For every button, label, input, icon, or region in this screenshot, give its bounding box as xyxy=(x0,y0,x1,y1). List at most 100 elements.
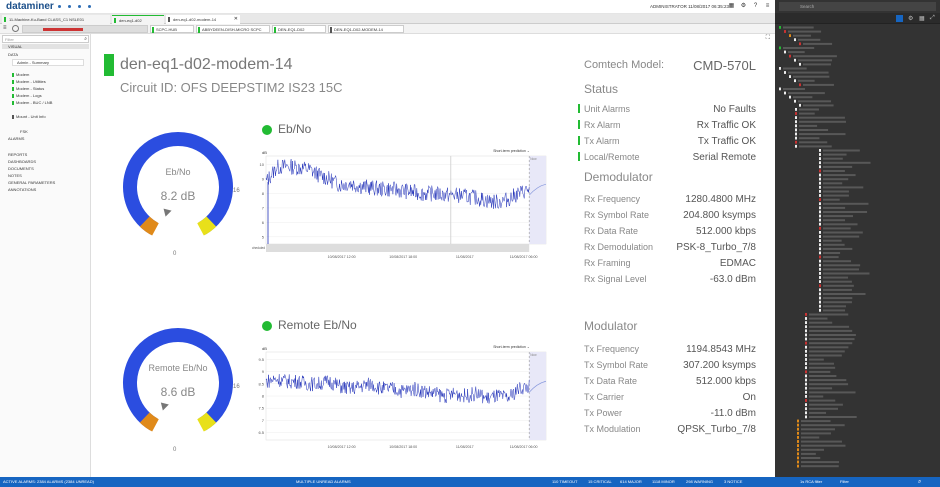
tree-node-label[interactable] xyxy=(823,227,851,230)
tree-node-label[interactable] xyxy=(823,268,859,271)
settings-gear-icon[interactable]: ⚙ xyxy=(908,15,913,22)
tree-node-label[interactable] xyxy=(809,329,853,332)
tree-node-label[interactable] xyxy=(798,100,832,103)
notice-count[interactable]: 3 NOTICE xyxy=(724,477,742,487)
tree-node-label[interactable] xyxy=(823,305,846,308)
tree-node-label[interactable] xyxy=(823,206,846,209)
minor-count[interactable]: 1118 MINOR xyxy=(652,477,675,487)
breadcrumb-item[interactable]: DEN-EQ1-D02 xyxy=(272,25,326,33)
tree-node-label[interactable] xyxy=(809,325,850,328)
warning-count[interactable]: 298 WARNING xyxy=(686,477,713,487)
tree-node-label[interactable] xyxy=(823,284,854,287)
tree-node-label[interactable] xyxy=(823,264,861,267)
menu-icon[interactable]: ≡ xyxy=(764,3,771,10)
tree-node-label[interactable] xyxy=(803,83,834,86)
filter-label[interactable]: Filter xyxy=(840,477,849,487)
tree-node-label[interactable] xyxy=(823,198,840,201)
tree-node-label[interactable] xyxy=(801,424,845,427)
sidebar-item-data[interactable]: DATA xyxy=(2,52,18,57)
sidebar-item-reports[interactable]: REPORTS xyxy=(8,152,27,157)
tree-node-label[interactable] xyxy=(809,411,827,414)
tree-node-label[interactable] xyxy=(823,186,864,189)
tree-node-label[interactable] xyxy=(803,63,831,66)
tab-card-active[interactable]: den-eq1-d02-modem-14 ✕ xyxy=(166,15,240,24)
tree-node-label[interactable] xyxy=(799,133,846,136)
tree-node-label[interactable] xyxy=(799,116,845,119)
tree-node-label[interactable] xyxy=(809,395,824,398)
tree-node-label[interactable] xyxy=(823,276,849,279)
nav-dot-icon[interactable] xyxy=(58,5,61,8)
tree-node-label[interactable] xyxy=(801,432,831,435)
sidebar-item-documents[interactable]: DOCUMENTS xyxy=(8,166,34,171)
tree-node-label[interactable] xyxy=(793,34,811,37)
tree-node-label[interactable] xyxy=(783,47,815,49)
tree-node-label[interactable] xyxy=(823,301,852,304)
tree-node-label[interactable] xyxy=(823,293,866,295)
tree-node-label[interactable] xyxy=(788,51,805,54)
sidebar-item-modem[interactable]: Modem xyxy=(12,72,29,77)
critical-count[interactable]: 15 CRITICAL xyxy=(588,477,612,487)
tree-node-label[interactable] xyxy=(809,313,849,316)
tree-node-label[interactable] xyxy=(823,149,860,152)
tree-node-label[interactable] xyxy=(823,202,869,205)
tree-node-label[interactable] xyxy=(823,272,870,275)
remote-ebno-trend-chart[interactable]: 9.5 9 8.5 8 7.5 7 6.5 dB NowShort-term predictio… xyxy=(252,334,554,456)
tree-node-label[interactable] xyxy=(809,334,856,336)
tree-node-label[interactable] xyxy=(799,141,828,144)
hamburger-icon[interactable]: ≡ xyxy=(3,25,7,31)
sidebar-item-modem-logs[interactable]: Modem - Logs xyxy=(12,93,42,98)
tree-node-label[interactable] xyxy=(801,452,816,455)
tree-node-label[interactable] xyxy=(809,317,828,320)
tree-node-label[interactable] xyxy=(801,436,820,439)
tree-node-label[interactable] xyxy=(799,145,832,148)
grid-icon[interactable]: ▦ xyxy=(919,15,925,22)
sidebar-item-admin-summary[interactable]: Admin - Summary xyxy=(12,59,84,66)
sidebar-item-modem-utilities[interactable]: Modem - Utilities xyxy=(12,79,46,84)
tree-node-label[interactable] xyxy=(823,194,849,197)
tree-node-label[interactable] xyxy=(809,403,843,406)
tree-node-label[interactable] xyxy=(823,170,845,172)
search-icon[interactable]: ⌕ xyxy=(918,477,921,487)
tree-node-label[interactable] xyxy=(809,387,833,390)
tree-node-label[interactable] xyxy=(793,96,813,99)
tree-node-label[interactable] xyxy=(823,182,843,185)
unread-alarms-notice[interactable]: MULTIPLE UNREAD ALARMS xyxy=(296,477,351,487)
tree-node-label[interactable] xyxy=(803,42,833,45)
tree-node-label[interactable] xyxy=(809,407,838,410)
tree-node-label[interactable] xyxy=(823,174,856,177)
sidebar-item-notes[interactable]: NOTES xyxy=(8,173,22,178)
tree-node-label[interactable] xyxy=(823,239,842,242)
tree-node-label[interactable] xyxy=(823,215,854,218)
expand-icon[interactable]: ⤢ xyxy=(930,15,935,22)
tree-node-label[interactable] xyxy=(809,321,833,324)
tree-node-label[interactable] xyxy=(799,112,815,115)
tree-node-label[interactable] xyxy=(783,26,814,29)
nav-dot-icon[interactable] xyxy=(68,5,71,8)
tree-node-label[interactable] xyxy=(823,219,846,222)
breadcrumb-item[interactable]: DEN-EQ1-D02-MODEM-14 xyxy=(328,25,404,33)
tree-node-label[interactable] xyxy=(801,448,824,451)
prediction-dropdown[interactable]: Short-term prediction ⌄ xyxy=(493,345,530,349)
tree-node-label[interactable] xyxy=(783,88,805,90)
user-info[interactable]: ADMINISTRATOR 11/08/2017 06:35:23 xyxy=(650,4,729,9)
apps-grid-icon[interactable]: ▦ xyxy=(728,3,735,10)
tree-node-label[interactable] xyxy=(809,354,842,357)
active-alarms-count[interactable]: ACTIVE ALARMS: 2384 ALARMS (2384 UNREAD) xyxy=(3,477,94,487)
tree-node-label[interactable] xyxy=(788,71,829,74)
breadcrumb-item[interactable]: ABBYDEEN-DISH-MICRO SCPC xyxy=(196,25,270,33)
sort-icon[interactable] xyxy=(896,15,903,22)
nav-dot-icon[interactable] xyxy=(78,5,81,8)
home-icon[interactable] xyxy=(12,25,19,32)
tree-node-label[interactable] xyxy=(798,38,821,41)
tree-node-label[interactable] xyxy=(801,420,831,423)
sidebar-item-mount[interactable]: Mount - Unit Info xyxy=(12,114,46,119)
tree-node-label[interactable] xyxy=(823,280,852,283)
surveyor-tree[interactable] xyxy=(775,25,940,477)
tree-node-label[interactable] xyxy=(809,383,849,386)
tree-node-label[interactable] xyxy=(823,157,843,160)
tree-node-label[interactable] xyxy=(801,428,835,431)
tree-node-label[interactable] xyxy=(793,75,830,78)
close-icon[interactable]: ✕ xyxy=(234,15,238,24)
tree-node-label[interactable] xyxy=(823,288,852,291)
tree-node-label[interactable] xyxy=(788,92,825,95)
